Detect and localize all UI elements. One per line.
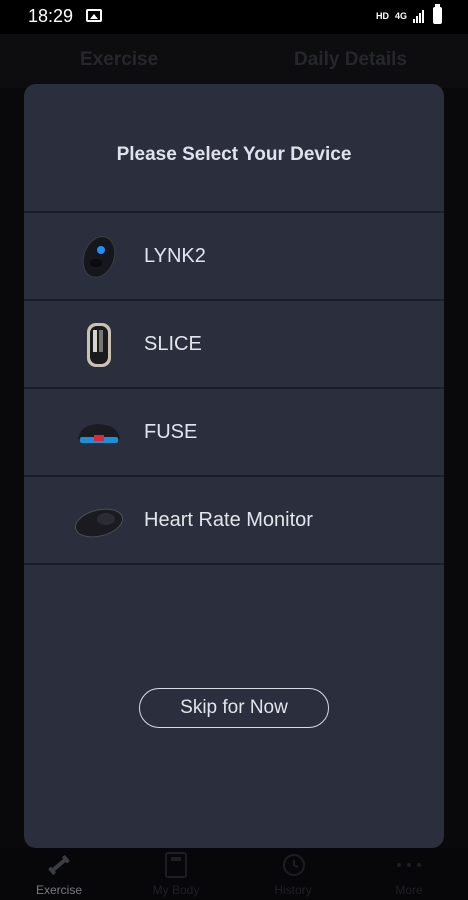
device-option-heart-rate-monitor[interactable]: Heart Rate Monitor	[24, 475, 444, 565]
device-list: LYNK2 SLICE FUSE Heart Rate Monitor	[24, 211, 444, 565]
battery-icon	[433, 4, 442, 24]
gallery-icon	[86, 9, 102, 22]
status-bar: 18:29 HD 4G	[0, 0, 468, 34]
device-option-slice[interactable]: SLICE	[24, 299, 444, 387]
skip-for-now-button[interactable]: Skip for Now	[139, 688, 329, 728]
device-name-lynk2: LYNK2	[144, 245, 206, 267]
device-option-fuse[interactable]: FUSE	[24, 387, 444, 475]
hd-indicator: HD	[375, 10, 389, 21]
heart-rate-monitor-icon	[75, 508, 123, 538]
dialog-title: Please Select Your Device	[116, 144, 352, 165]
signal-icon	[413, 9, 427, 23]
device-name-heart-rate-monitor: Heart Rate Monitor	[144, 509, 313, 531]
device-option-lynk2[interactable]: LYNK2	[24, 211, 444, 299]
device-name-slice: SLICE	[144, 333, 202, 355]
status-icons: HD 4G	[375, 4, 442, 24]
status-time: 18:29	[28, 6, 74, 26]
lynk2-device-icon	[82, 236, 116, 278]
device-name-fuse: FUSE	[144, 421, 198, 443]
network-indicator: 4G	[394, 10, 407, 21]
fuse-device-icon	[78, 424, 120, 443]
device-select-dialog: Please Select Your Device LYNK2 SLICE FU…	[24, 84, 444, 848]
slice-device-icon	[87, 323, 111, 367]
